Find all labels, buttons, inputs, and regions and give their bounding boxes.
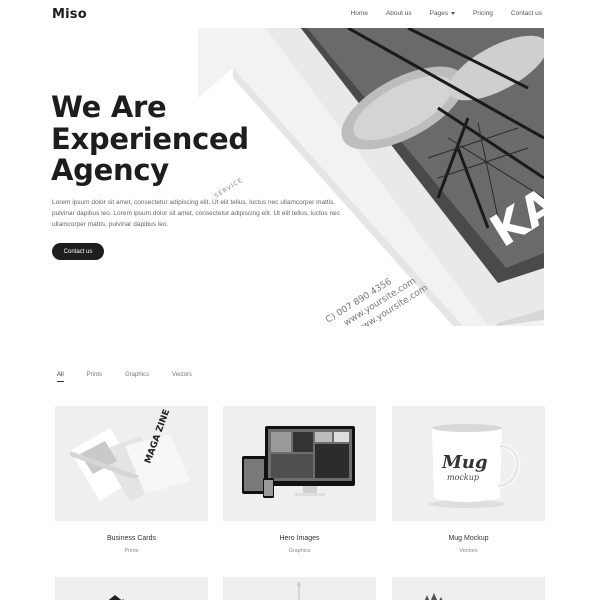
nav-pages[interactable]: Pages xyxy=(429,10,456,17)
portfolio-thumbnail[interactable] xyxy=(55,577,208,600)
contact-us-button[interactable]: Contact us xyxy=(52,243,104,260)
portfolio-title[interactable]: Mug Mockup xyxy=(392,535,545,542)
mug-text: Mug xyxy=(441,452,488,473)
mug-subtext: mockup xyxy=(447,473,479,482)
hero-title-line: Experienced xyxy=(51,121,249,156)
portfolio-row2-graphic xyxy=(108,595,125,600)
magazine-graphic: MAGA ZINE xyxy=(70,408,190,501)
filter-prints[interactable]: Prints xyxy=(87,372,102,382)
nav-pricing[interactable]: Pricing xyxy=(473,10,493,17)
filter-all[interactable]: All xyxy=(57,372,64,382)
hero-mockup-graphic: KA SERVICE C) 007 890 4356 www.yoursite.… xyxy=(198,28,544,326)
chevron-down-icon xyxy=(451,12,456,15)
site-logo[interactable]: Miso xyxy=(52,7,87,22)
portfolio-title[interactable]: Hero Images xyxy=(223,535,376,542)
mug-graphic: Mug mockup xyxy=(429,424,521,508)
portfolio-item[interactable]: Mug mockup Mug Mockup Vectors xyxy=(392,406,545,554)
portfolio-row2-graphic xyxy=(424,593,443,600)
hero-image: KA SERVICE C) 007 890 4356 www.yoursite.… xyxy=(198,28,544,326)
nav-pages-label: Pages xyxy=(429,10,449,17)
site-header: Miso Home About us Pages Pricing Contact… xyxy=(0,0,600,28)
portfolio-thumbnail[interactable]: MAGA ZINE xyxy=(55,406,208,521)
portfolio-title[interactable]: Business Cards xyxy=(55,535,208,542)
portfolio-thumbnail[interactable]: Mug mockup xyxy=(392,406,545,521)
hero-title-line: Agency xyxy=(51,153,169,187)
hero-description: Lorem ipsum dolor sit amet, consectetur … xyxy=(52,199,340,228)
portfolio-thumbnail[interactable] xyxy=(392,577,545,600)
nav-about-us[interactable]: About us xyxy=(386,10,412,17)
portfolio-item[interactable]: MAGA ZINE Business Cards Prints xyxy=(55,406,208,554)
portfolio-category: Graphics xyxy=(288,548,311,554)
filter-graphics[interactable]: Graphics xyxy=(125,372,149,382)
nav-contact-us[interactable]: Contact us xyxy=(511,10,542,17)
hero-title: We Are Experienced Agency xyxy=(51,90,249,187)
portfolio-item[interactable]: Hero Images Graphics xyxy=(223,406,376,554)
portfolio-thumbnail[interactable] xyxy=(223,577,376,600)
portfolio-category: Vectors xyxy=(459,548,478,554)
portfolio-filters: All Prints Graphics Vectors xyxy=(57,372,215,382)
hero-title-line: We Are xyxy=(51,90,167,124)
devices-graphic xyxy=(242,426,355,498)
filter-vectors[interactable]: Vectors xyxy=(172,372,192,382)
portfolio-thumbnail[interactable] xyxy=(223,406,376,521)
portfolio-row2-graphic xyxy=(297,582,301,600)
main-nav: Home About us Pages Pricing Contact us xyxy=(333,10,542,17)
nav-home[interactable]: Home xyxy=(351,10,368,17)
portfolio-category: Prints xyxy=(124,548,139,554)
